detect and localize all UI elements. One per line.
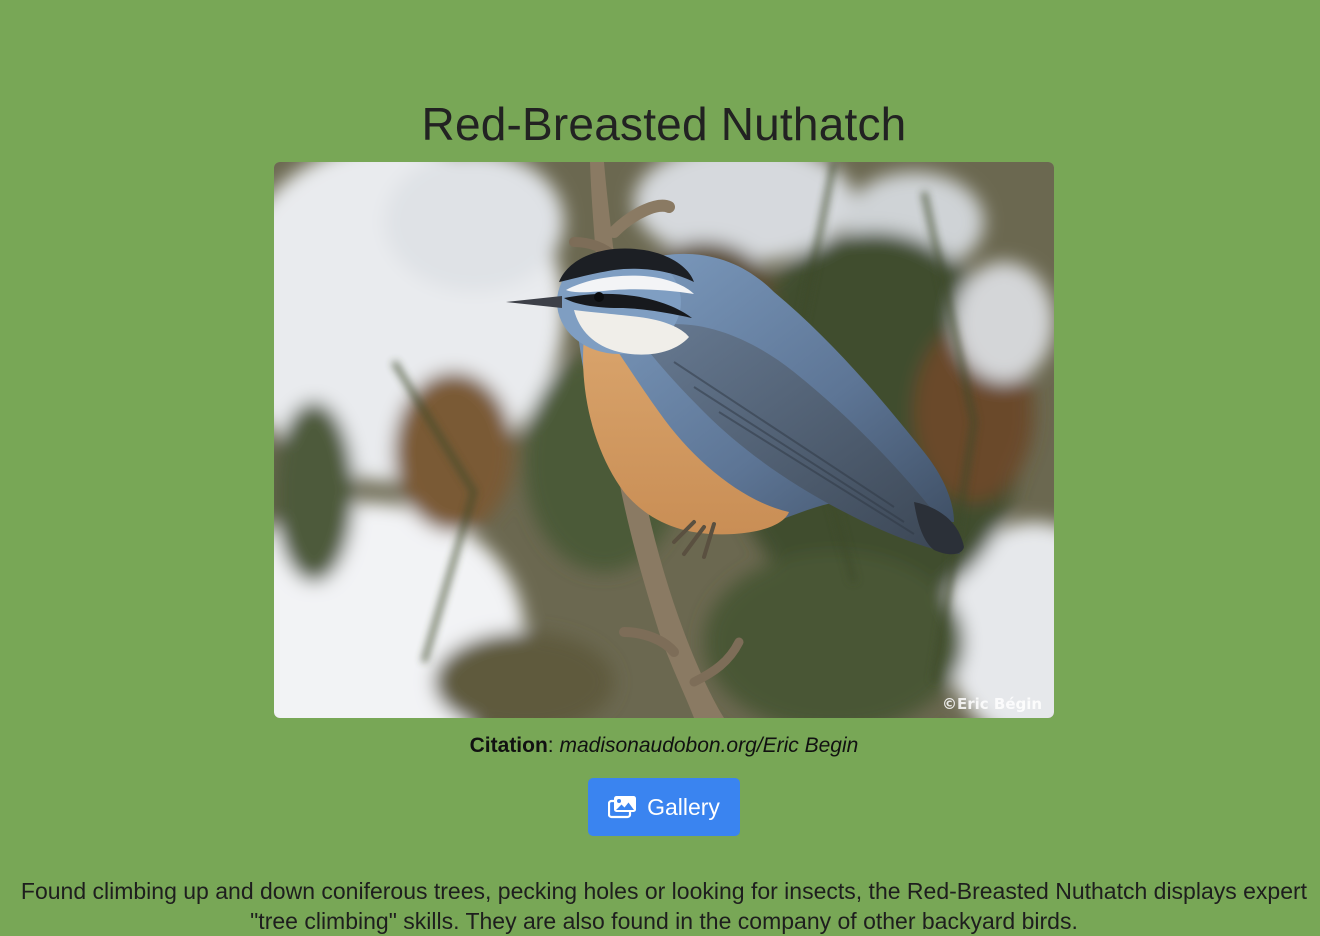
citation: Citation: madisonaudobon.org/Eric Begin: [0, 732, 1320, 760]
bird-description: Found climbing up and down coniferous tr…: [20, 878, 1308, 934]
page-title: Red-Breasted Nuthatch: [421, 98, 907, 150]
bird-photo-illustration: ©Eric Bégin: [274, 162, 1054, 718]
images-icon: [608, 795, 638, 819]
bird-photo: ©Eric Bégin: [274, 162, 1054, 718]
photo-watermark: ©Eric Bégin: [942, 695, 1042, 713]
citation-label: Citation: [469, 734, 548, 757]
citation-separator: :: [547, 734, 560, 757]
page: Red-Breasted Nuthatch ©Eric Bégin Citati…: [0, 0, 1320, 934]
citation-source: madisonaudobon.org/Eric Begin: [559, 734, 859, 757]
gallery-button[interactable]: Gallery: [588, 778, 740, 836]
gallery-button-label: Gallery: [647, 793, 720, 820]
